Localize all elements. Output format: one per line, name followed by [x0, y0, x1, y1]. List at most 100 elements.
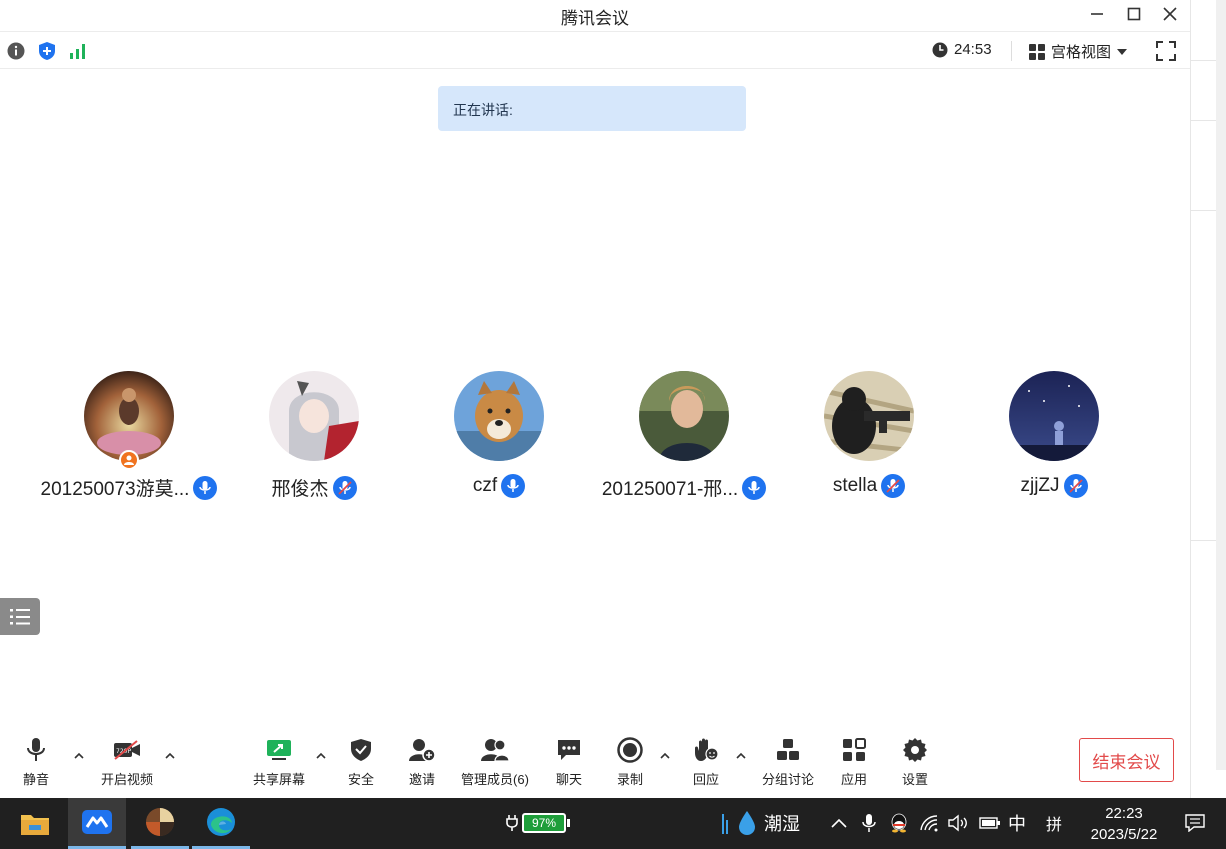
participant-name-row: 邢俊杰: [214, 474, 414, 501]
settings-button[interactable]: 设置: [879, 736, 951, 788]
maximize-button[interactable]: [1117, 2, 1151, 26]
mic-on-icon: [501, 474, 526, 498]
signal-icon[interactable]: [68, 41, 88, 61]
participant-name: zjjZJ: [1020, 475, 1060, 496]
taskbar-file-explorer[interactable]: [6, 798, 64, 849]
tray-qq[interactable]: [888, 812, 910, 834]
divider: [1011, 41, 1012, 61]
notification-icon: [1185, 814, 1205, 832]
folder-icon: [21, 814, 49, 835]
add-user-icon: [408, 736, 436, 764]
share-screen-icon: [265, 736, 293, 764]
react-options-caret[interactable]: [734, 748, 748, 762]
participant-name: czf: [472, 475, 498, 496]
view-mode-dropdown[interactable]: 宫格视图: [1029, 41, 1128, 62]
taskbar: 97% 潮湿 中 拼 22:23 2023/5/22: [0, 798, 1226, 849]
avatar: [1009, 371, 1099, 461]
participant-tile[interactable]: czf: [399, 371, 599, 498]
meeting-toolbar: 静音 720P 开启视频 共享屏幕 安全 邀请 管理成员: [0, 728, 1190, 798]
meeting-info-bar: 24:53 宫格视图: [0, 31, 1190, 69]
fullscreen-button[interactable]: [1156, 41, 1176, 61]
tray-overflow-button[interactable]: [830, 812, 848, 834]
chevron-down-icon: [1117, 48, 1128, 55]
battery-icon: [979, 817, 1000, 829]
maximize-icon: [1127, 7, 1141, 21]
close-button[interactable]: [1153, 2, 1187, 26]
video-off-icon: 720P: [113, 736, 141, 764]
chat-icon: [555, 736, 583, 764]
timer-value: 24:53: [954, 41, 992, 58]
title-bar: 腾讯会议: [0, 0, 1190, 30]
participant-tile[interactable]: 201250073游莫...: [29, 371, 229, 501]
raise-hand-icon: [692, 736, 720, 764]
participant-name-row: 201250073游莫...: [29, 474, 229, 501]
close-icon: [1163, 7, 1177, 21]
microphone-icon: [22, 736, 50, 764]
video-options-caret[interactable]: [163, 748, 177, 762]
react-button[interactable]: 回应: [670, 736, 742, 788]
water-drop-icon: [739, 811, 755, 835]
avatar: [454, 371, 544, 461]
member-list-toggle[interactable]: [0, 598, 40, 635]
grid-icon: [1029, 43, 1045, 60]
participant-tile[interactable]: stella: [769, 371, 969, 498]
app-icon: [146, 808, 174, 836]
mic-on-icon: [742, 475, 767, 500]
host-icon: [119, 450, 139, 470]
participant-name: 201250073游莫...: [40, 479, 190, 500]
tray-wifi[interactable]: [918, 812, 940, 834]
participant-tile[interactable]: zjjZJ: [954, 371, 1154, 498]
chevron-up-icon: [736, 752, 746, 759]
gear-icon: [901, 736, 929, 764]
participant-name-row: czf: [399, 474, 599, 498]
meeting-timer: 24:53: [932, 41, 992, 58]
avatar: [639, 371, 729, 461]
minimize-button[interactable]: [1080, 2, 1114, 26]
avatar: [84, 371, 174, 461]
vertical-scrollbar[interactable]: [1216, 0, 1226, 770]
shield-check-icon: [347, 736, 375, 764]
mic-muted-icon: [332, 475, 357, 500]
record-button[interactable]: 录制: [594, 736, 666, 788]
power-plug-icon: [506, 815, 518, 831]
system-clock[interactable]: 22:23 2023/5/22: [1078, 803, 1170, 845]
taskbar-tencent-meeting[interactable]: [68, 798, 126, 849]
clock-icon: [932, 42, 948, 57]
microphone-icon: [862, 814, 876, 832]
wifi-icon: [920, 815, 938, 832]
participant-name-row: stella: [769, 474, 969, 498]
end-meeting-button[interactable]: 结束会议: [1079, 738, 1174, 782]
view-mode-label: 宫格视图: [1051, 44, 1112, 61]
share-screen-button[interactable]: 共享屏幕: [243, 736, 315, 788]
participant-name-row: zjjZJ: [954, 474, 1154, 498]
video-button[interactable]: 720P 开启视频: [91, 736, 163, 788]
tencent-meeting-icon: [82, 810, 112, 834]
mute-button[interactable]: 静音: [0, 736, 72, 788]
speaker-icon: [948, 814, 967, 832]
chevron-up-icon: [165, 752, 175, 759]
manage-members-button[interactable]: 管理成员(6): [447, 736, 543, 788]
list-icon: [10, 608, 30, 624]
battery-level: 97%: [522, 813, 566, 833]
tray-volume[interactable]: [946, 812, 970, 834]
ime-language[interactable]: 中: [1006, 812, 1028, 834]
mute-options-caret[interactable]: [72, 748, 86, 762]
battery-indicator[interactable]: 97%: [506, 813, 570, 833]
tray-microphone[interactable]: [860, 812, 878, 834]
breakout-rooms-button[interactable]: 分组讨论: [752, 736, 824, 788]
avatar: [269, 371, 359, 461]
taskbar-app-3[interactable]: [131, 798, 189, 849]
participant-name: 邢俊杰: [271, 479, 329, 500]
ime-mode[interactable]: 拼: [1043, 812, 1065, 834]
notification-center[interactable]: [1184, 812, 1206, 834]
shield-icon[interactable]: [37, 41, 57, 61]
fullscreen-icon: [1156, 41, 1176, 61]
info-icon[interactable]: [6, 41, 26, 61]
taskbar-edge[interactable]: [192, 798, 250, 849]
chevron-up-icon: [660, 752, 670, 759]
participant-tile[interactable]: 邢俊杰: [214, 371, 414, 501]
weather-widget[interactable]: 潮湿: [722, 810, 800, 836]
participant-tile[interactable]: 201250071-邢...: [584, 371, 784, 501]
tray-battery[interactable]: [978, 812, 1002, 834]
qq-penguin-icon: [891, 813, 907, 833]
